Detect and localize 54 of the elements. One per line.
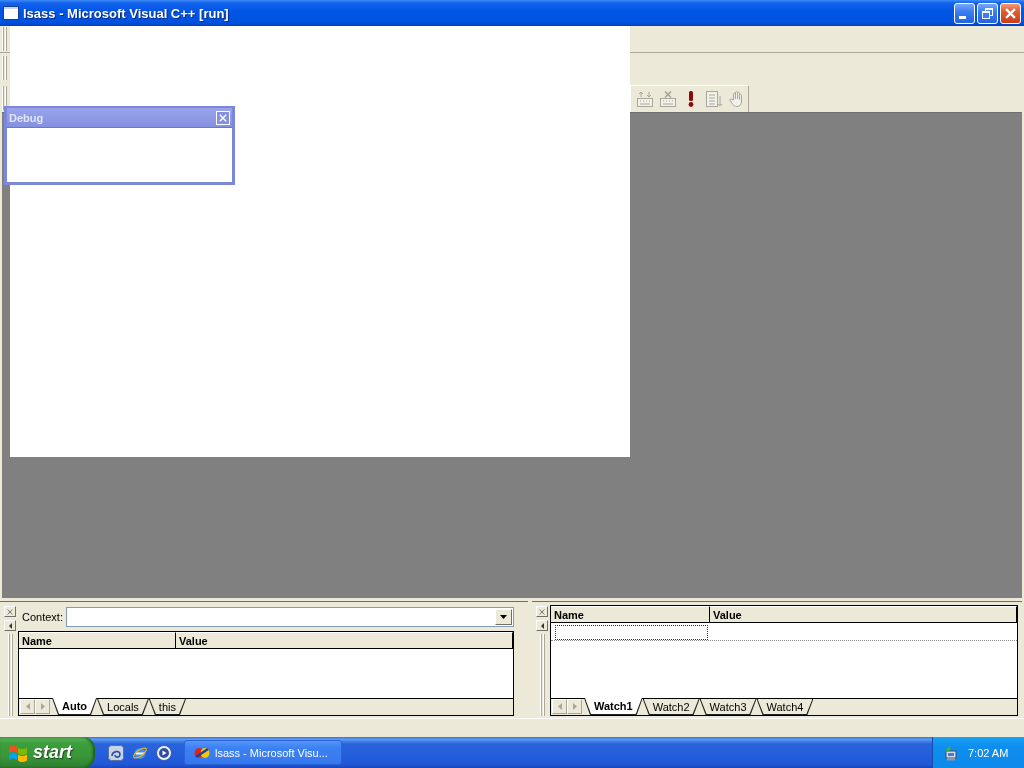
flag-icon [8,743,28,762]
restore-button[interactable] [977,2,998,24]
task-button[interactable]: lsass - Microsoft Visu... [184,740,342,765]
close-button[interactable] [216,110,230,125]
column-header[interactable]: Value [710,606,1017,622]
tab[interactable]: Watch4 [756,699,814,715]
globe-orbit-icon[interactable] [132,744,148,761]
column-header[interactable]: Name [551,606,710,622]
tab[interactable]: Auto [52,698,98,715]
restore-icon [982,7,993,19]
tab[interactable]: Watch1 [584,698,643,715]
start-button[interactable]: start [0,737,95,768]
window-icon [3,6,19,20]
tab[interactable]: Watch2 [642,699,700,715]
pane-gripper[interactable] [539,634,545,716]
tab[interactable]: Locals [97,699,149,715]
toolbar-gripper[interactable] [2,27,8,51]
minimize-icon [958,16,966,19]
pane-close-button[interactable] [4,606,16,617]
dropdown-button[interactable] [495,609,512,625]
overlapping-circles-icon [194,745,210,760]
triangle-left-icon [8,622,12,629]
toolbar-gripper[interactable] [2,56,8,80]
scroll-left-button[interactable] [20,699,35,714]
pane-arrow-button[interactable] [4,620,16,631]
tab[interactable]: Watch3 [699,699,757,715]
clock: 7:02 AM [968,746,1009,759]
toolbar-title: Debug [9,111,44,124]
close-icon [539,608,545,615]
context-label: Context: [22,611,63,623]
close-icon [7,608,13,615]
close-icon [219,113,227,122]
watch-entry-field[interactable] [555,624,708,640]
task-label: lsass - Microsoft Visu... [215,746,328,759]
swirl-icon[interactable] [108,744,124,761]
scroll-right-button[interactable] [567,699,582,714]
column-header[interactable]: Value [176,632,513,648]
context-field[interactable] [65,607,514,627]
close-button[interactable] [1000,2,1021,24]
column-header[interactable]: Name [19,632,176,648]
close-icon [1005,7,1016,19]
window-title: lsass - Microsoft Visual C++ [run] [23,5,230,21]
pane-gripper[interactable] [7,634,13,716]
pane-arrow-button[interactable] [536,620,548,631]
minimize-button[interactable] [954,2,975,24]
scroll-right-button[interactable] [35,699,50,714]
exclamation-icon[interactable] [687,90,694,107]
play-icon[interactable] [156,744,172,761]
pane-close-button[interactable] [536,606,548,617]
caret-down-icon [500,615,507,619]
scroll-left-button[interactable] [552,699,567,714]
tab[interactable]: this [148,699,186,715]
triangle-left-icon [540,622,544,629]
computer-icon[interactable] [943,744,959,761]
